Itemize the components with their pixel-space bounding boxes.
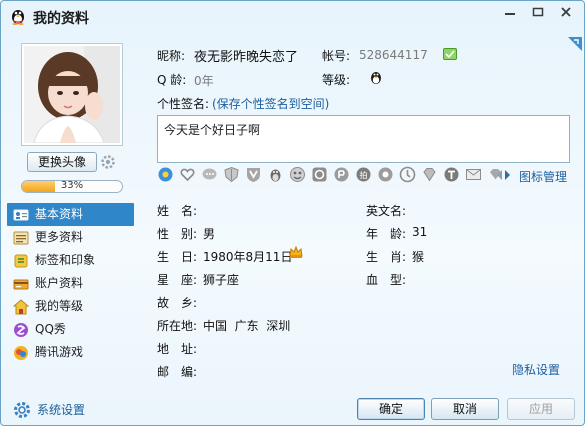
signature-input[interactable]: 今天是个好日子啊 bbox=[157, 115, 570, 163]
constellation-value: 狮子座 bbox=[203, 273, 240, 287]
age-value: 31 bbox=[412, 225, 428, 239]
status-icons-row: 拍 bbox=[157, 166, 517, 184]
tag-icon bbox=[13, 253, 29, 269]
level-icon bbox=[12, 299, 30, 315]
sidebar-item-label: 更多资料 bbox=[35, 230, 84, 244]
progress-text: 33% bbox=[60, 180, 84, 191]
privacy-settings-link[interactable]: 隐私设置 bbox=[512, 361, 560, 378]
sidebar-item-label: 我的等级 bbox=[35, 299, 84, 313]
game-pet-icon[interactable] bbox=[289, 166, 306, 183]
title-bar: 我的资料 bbox=[1, 1, 584, 31]
avatar[interactable] bbox=[21, 43, 123, 146]
sidebar-nav: 基本资料 更多资料 标签和印象 账户资料 我的等级 QQ秀 腾讯游戏 bbox=[7, 203, 134, 364]
level-label: 等级: bbox=[322, 73, 351, 87]
heart-icon[interactable] bbox=[179, 166, 196, 183]
shield-icon[interactable] bbox=[223, 166, 240, 183]
icon-manage-link[interactable]: 图标管理 bbox=[519, 168, 567, 185]
location-value: 中国 广东 深圳 bbox=[203, 319, 291, 333]
cancel-button[interactable]: 取消 bbox=[431, 398, 499, 420]
postcode-label: 邮 编: bbox=[157, 365, 198, 379]
qage-value: 0年 bbox=[194, 74, 214, 88]
zodiac-label: 生 肖: bbox=[366, 250, 407, 264]
diamond-icon[interactable] bbox=[421, 166, 438, 183]
svg-text:拍: 拍 bbox=[360, 170, 368, 180]
sidebar-item-qqshow[interactable]: QQ秀 bbox=[7, 318, 134, 341]
main-panel: 昵称: 夜无影昨晚失恋了 帐号: 528644117 Q 龄: 0年 等级: 个… bbox=[141, 31, 584, 391]
profile-completion-progress: 33% bbox=[21, 180, 123, 193]
vip-card-icon[interactable] bbox=[443, 48, 457, 63]
sidebar-item-label: 标签和印象 bbox=[35, 253, 96, 267]
dialog-button-bar: 确定 取消 应用 bbox=[1, 393, 584, 425]
signature-label: 个性签名: bbox=[157, 97, 210, 111]
close-button[interactable] bbox=[554, 3, 578, 21]
chat-bubble-icon[interactable] bbox=[201, 166, 218, 183]
change-avatar-button[interactable]: 更换头像 bbox=[27, 152, 97, 172]
auction-icon[interactable]: 拍 bbox=[355, 166, 372, 183]
location-label: 所在地: bbox=[157, 319, 198, 333]
gender-label: 性 别: bbox=[157, 227, 198, 241]
profile-window: 我的资料 更换头像 33% 基本资料 更多资料 标签和印象 账户资料 我的等级 … bbox=[0, 0, 585, 426]
paipai-icon[interactable] bbox=[333, 166, 350, 183]
account-icon bbox=[13, 276, 29, 292]
music-icon[interactable] bbox=[311, 166, 328, 183]
sidebar-item-label: 账户资料 bbox=[35, 276, 84, 290]
sidebar-item-level[interactable]: 我的等级 bbox=[7, 295, 134, 318]
penguin-level-icon[interactable] bbox=[368, 69, 384, 88]
sidebar-item-label: QQ秀 bbox=[35, 322, 66, 336]
age-label: 年 龄: bbox=[366, 227, 407, 241]
left-panel: 更换头像 33% 基本资料 更多资料 标签和印象 账户资料 我的等级 QQ秀 腾… bbox=[1, 31, 141, 425]
avatar-settings-icon[interactable] bbox=[101, 155, 115, 172]
hometown-label: 故 乡: bbox=[157, 296, 198, 310]
mail-icon[interactable] bbox=[465, 166, 482, 183]
apply-button[interactable]: 应用 bbox=[507, 398, 575, 420]
zodiac-value: 猴 bbox=[412, 250, 425, 264]
sidebar-item-more-info[interactable]: 更多资料 bbox=[7, 226, 134, 249]
minimize-button[interactable] bbox=[498, 3, 522, 21]
birthday-label: 生 日: bbox=[157, 250, 198, 264]
icons-next-icon[interactable] bbox=[504, 169, 512, 184]
ok-button[interactable]: 确定 bbox=[357, 398, 425, 420]
qq-penguin-icon bbox=[9, 7, 27, 25]
t-shield-icon[interactable] bbox=[443, 166, 460, 183]
vip-shield-icon[interactable] bbox=[245, 166, 262, 183]
qzone-icon[interactable] bbox=[157, 166, 174, 183]
address-label: 地 址: bbox=[157, 342, 198, 356]
sidebar-item-games[interactable]: 腾讯游戏 bbox=[7, 341, 134, 364]
blood-type-label: 血 型: bbox=[366, 273, 407, 287]
birthday-value: 1980年8月11日 bbox=[203, 250, 293, 264]
sidebar-item-basic-info[interactable]: 基本资料 bbox=[7, 203, 134, 226]
qq-music-icon[interactable] bbox=[377, 166, 394, 183]
account-value: 528644117 bbox=[359, 48, 428, 62]
id-card-icon bbox=[13, 207, 29, 223]
sidebar-item-tags[interactable]: 标签和印象 bbox=[7, 249, 134, 272]
save-signature-link[interactable]: (保存个性签名到空间) bbox=[212, 95, 329, 112]
nickname-value[interactable]: 夜无影昨晚失恋了 bbox=[194, 46, 298, 65]
english-name-label: 英文名: bbox=[366, 204, 407, 218]
maximize-button[interactable] bbox=[526, 3, 550, 21]
window-title: 我的资料 bbox=[33, 11, 89, 27]
nickname-label: 昵称: bbox=[157, 49, 186, 63]
gender-value: 男 bbox=[203, 227, 216, 241]
icons-prev-icon[interactable] bbox=[495, 169, 503, 184]
qqshow-icon bbox=[13, 322, 29, 338]
birthday-crown-icon bbox=[289, 245, 303, 262]
constellation-label: 星 座: bbox=[157, 273, 198, 287]
qage-label: Q 龄: bbox=[157, 73, 187, 87]
name-label: 姓 名: bbox=[157, 204, 198, 218]
penguin-icon[interactable] bbox=[267, 166, 284, 183]
sidebar-item-label: 腾讯游戏 bbox=[35, 345, 84, 359]
account-label: 帐号: bbox=[322, 49, 351, 63]
sidebar-item-label: 基本资料 bbox=[35, 207, 84, 221]
sidebar-item-account[interactable]: 账户资料 bbox=[7, 272, 134, 295]
list-icon bbox=[13, 230, 29, 246]
game-icon bbox=[13, 345, 29, 361]
search-circle-icon[interactable] bbox=[399, 166, 416, 183]
